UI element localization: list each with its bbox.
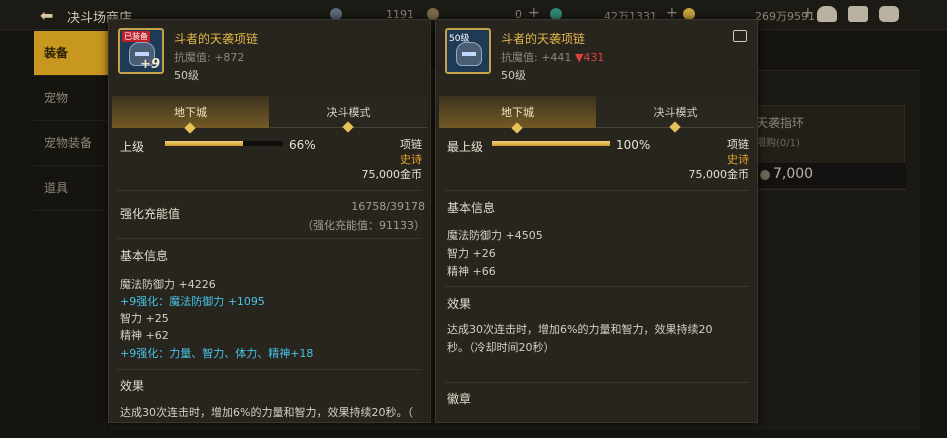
- shop-item-ring-name: 天袭指环: [756, 116, 805, 130]
- emblem-title: 徽章: [447, 392, 472, 406]
- tab-duel-mode[interactable]: 决斗模式: [597, 96, 754, 133]
- add-gold-button[interactable]: +: [802, 5, 814, 21]
- divider: [117, 238, 422, 239]
- mail-icon[interactable]: [848, 6, 868, 22]
- stat-line: 精神 +62: [120, 329, 169, 342]
- tab-duel-mode[interactable]: 决斗模式: [270, 96, 427, 133]
- divider: [117, 369, 422, 370]
- category-nav: 装备 宠物 宠物装备 道具: [34, 31, 110, 211]
- grade-bar: [165, 141, 283, 146]
- necklace-item-icon: 50级: [445, 28, 491, 74]
- shop-item-tooltip: 50级 斗者的天袭项链 抗魔值: +441 ▼431 50级 地下城 决斗模式 …: [435, 19, 758, 423]
- grade-percent: 100%: [616, 138, 651, 152]
- nav-item-equipment[interactable]: 装备: [34, 31, 110, 76]
- grade-bar: [492, 141, 610, 146]
- stat-line: 智力 +26: [447, 247, 496, 260]
- item-slot: 项链: [400, 138, 422, 151]
- item-level: 50级: [501, 69, 526, 82]
- grade-bar-fill: [492, 141, 610, 146]
- divider: [117, 190, 422, 191]
- stat-line: 魔法防御力 +4226: [120, 278, 216, 291]
- item-slot: 项链: [727, 138, 749, 151]
- divider: [444, 190, 749, 191]
- chat-icon[interactable]: [879, 6, 899, 22]
- tab-indicator-icon: [184, 122, 196, 134]
- stat-line-bonus: +9强化：力量、智力、体力、精神+18: [120, 347, 314, 360]
- tab-indicator-icon: [669, 121, 681, 133]
- divider: [444, 286, 749, 287]
- grade-bar-fill: [165, 141, 243, 146]
- necklace-item-icon: 已装备 +9: [118, 28, 164, 74]
- item-rarity: 史诗: [727, 153, 749, 166]
- mode-tabs: 地下城 决斗模式: [439, 96, 754, 134]
- basic-info-title: 基本信息: [120, 249, 169, 263]
- resist-value: 抗魔值: +872: [174, 51, 245, 64]
- resist-value: 抗魔值: +441 ▼431: [501, 51, 605, 64]
- tab-indicator-icon: [342, 121, 354, 133]
- charge-title: 强化充能值: [120, 207, 181, 221]
- back-arrow-icon[interactable]: ⬅: [40, 6, 53, 25]
- nav-item-pet[interactable]: 宠物: [34, 76, 110, 121]
- enhance-level: +9: [140, 57, 160, 72]
- item-name: 斗者的天袭项链: [501, 32, 586, 46]
- item-grade: 上级: [120, 140, 145, 154]
- stat-line: 魔法防御力 +4505: [447, 229, 543, 242]
- tab-indicator-icon: [511, 122, 523, 134]
- item-name: 斗者的天袭项链: [174, 32, 259, 46]
- mode-tabs: 地下城 决斗模式: [112, 96, 427, 134]
- helmet-icon: [456, 42, 482, 66]
- nav-item-pet-equipment[interactable]: 宠物装备: [34, 121, 110, 166]
- bag-icon[interactable]: [817, 6, 837, 22]
- item-price: 75,000金币: [361, 168, 423, 181]
- item-grade: 最上级: [447, 140, 484, 154]
- currency-icon: [760, 170, 770, 180]
- tab-dungeon[interactable]: 地下城: [439, 96, 596, 134]
- effect-title: 效果: [447, 297, 472, 311]
- effect-title: 效果: [120, 379, 145, 393]
- item-rarity: 史诗: [400, 153, 422, 166]
- equipped-badge: 已装备: [122, 31, 150, 42]
- shop-item-ring-price: 7,000: [773, 166, 814, 182]
- effect-text: 达成30次连击时，增加6%的力量和智力，效果持续20秒。（: [120, 406, 413, 419]
- share-icon[interactable]: [733, 30, 747, 42]
- stat-line: 智力 +25: [120, 312, 169, 325]
- nav-item-items[interactable]: 道具: [34, 166, 110, 211]
- effect-text: 达成30次连击时，增加6%的力量和智力，效果持续20秒。（冷却时间20秒）: [447, 323, 713, 354]
- charge-sub-value: （强化充能值：91133）: [302, 219, 425, 232]
- stat-line-bonus: +9强化：魔法防御力 +1095: [120, 295, 265, 308]
- basic-info-title: 基本信息: [447, 201, 496, 215]
- item-price: 75,000金币: [688, 168, 750, 181]
- tab-dungeon[interactable]: 地下城: [112, 96, 269, 134]
- charge-value: 16758/39178: [351, 200, 425, 213]
- item-level: 50级: [174, 69, 199, 82]
- grade-percent: 66%: [289, 138, 316, 152]
- stat-line: 精神 +66: [447, 265, 496, 278]
- divider: [444, 382, 749, 383]
- shop-item-ring-limit: 限购(0/1): [756, 138, 800, 149]
- equipped-item-tooltip: 已装备 +9 斗者的天袭项链 抗魔值: +872 50级 地下城 决斗模式 上级…: [108, 19, 431, 423]
